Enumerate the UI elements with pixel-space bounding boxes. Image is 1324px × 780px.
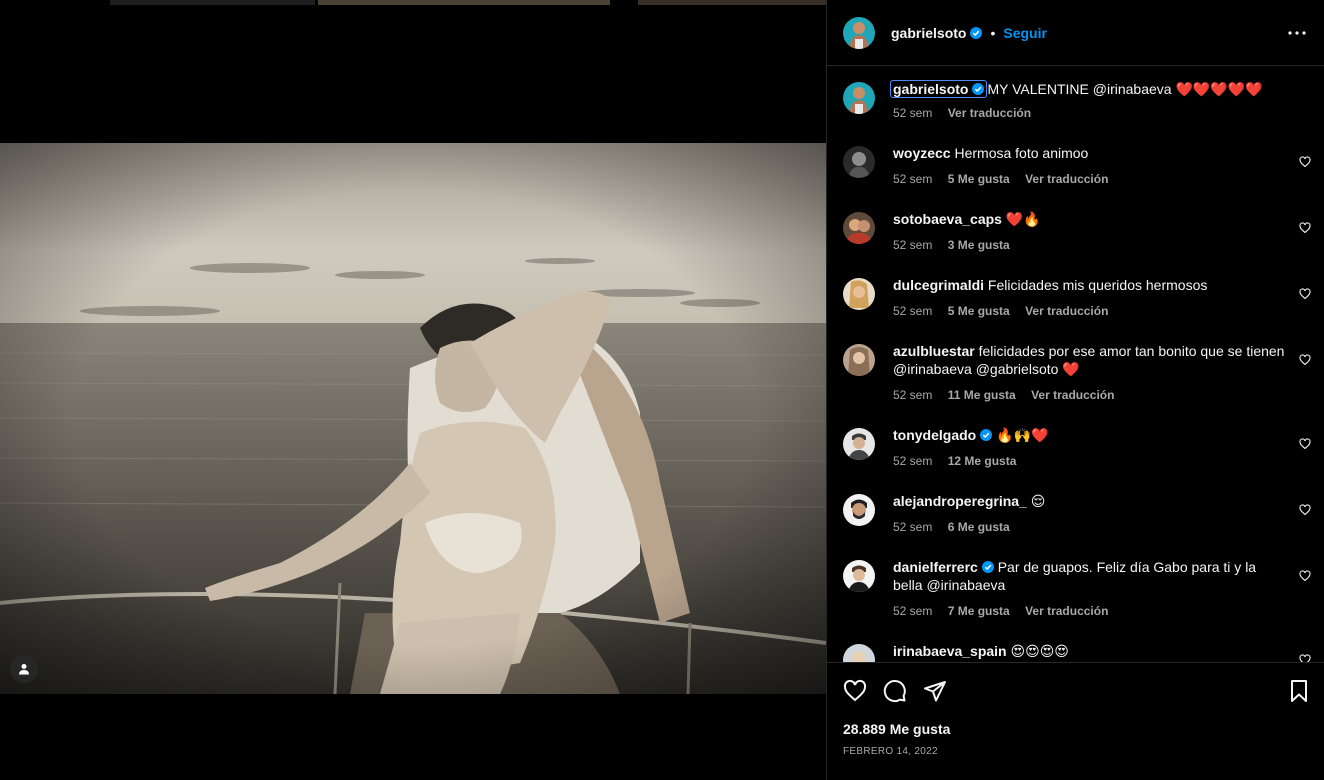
avatar[interactable] (843, 212, 875, 244)
avatar[interactable] (843, 644, 875, 662)
caption-username-text: gabrielsoto (893, 81, 969, 97)
comment-username[interactable]: dulcegrimaldi (893, 277, 984, 293)
verified-badge-icon (972, 83, 985, 95)
person-tag-icon (19, 664, 29, 675)
comment-text: Hermosa foto animoo (954, 145, 1089, 161)
post-date[interactable]: FEBRERO 14, 2022 (843, 746, 938, 757)
post-header: gabrielsoto • Seguir (827, 0, 1324, 66)
media-area (0, 0, 826, 780)
comments-list[interactable]: gabrielsoto MY VALENTINE @irinabaeva ❤️❤️… (827, 66, 1324, 662)
comment-likes[interactable]: 7 Me gusta (948, 604, 1010, 618)
author-username[interactable]: gabrielsoto (891, 25, 966, 41)
thumbnail-strip (0, 0, 826, 5)
comment-likes[interactable]: 6 Me gusta (948, 520, 1010, 534)
comment-text: 😌 (1030, 493, 1046, 509)
comment-time[interactable]: 52 sem (893, 238, 932, 252)
comment-likes[interactable]: 11 Me gusta (948, 388, 1016, 402)
follow-button[interactable]: Seguir (1003, 25, 1047, 41)
translate-link[interactable]: Ver traducción (1025, 604, 1108, 618)
avatar-image (843, 344, 875, 376)
comment-like-heart-icon[interactable] (1299, 570, 1311, 582)
avatar[interactable] (843, 146, 875, 178)
avatar-image (843, 644, 875, 662)
avatar-image (843, 212, 875, 244)
comment-likes[interactable]: 12 Me gusta (948, 454, 1017, 468)
avatar-image (843, 278, 875, 310)
avatar-image (843, 428, 875, 460)
verified-badge-icon (980, 429, 993, 441)
comment-text: Felicidades mis queridos hermosos (987, 277, 1208, 293)
comment-icon[interactable] (883, 679, 907, 703)
heart-icon[interactable] (843, 679, 867, 703)
post-photo[interactable] (0, 143, 826, 694)
avatar-image (843, 82, 875, 114)
avatar[interactable] (843, 278, 875, 310)
avatar[interactable] (843, 494, 875, 526)
comment-likes[interactable]: 3 Me gusta (948, 238, 1010, 252)
caption-time[interactable]: 52 sem (893, 106, 932, 120)
likes-count[interactable]: 28.889 Me gusta (843, 721, 950, 737)
comment-time[interactable]: 52 sem (893, 388, 932, 402)
translate-link[interactable]: Ver traducción (1025, 304, 1108, 318)
verified-badge-icon (970, 26, 983, 39)
comment-time[interactable]: 52 sem (893, 454, 932, 468)
comment-like-heart-icon[interactable] (1299, 222, 1311, 234)
comment-likes[interactable]: 5 Me gusta (948, 304, 1010, 318)
thumbnail[interactable] (318, 0, 610, 5)
avatar[interactable] (843, 82, 875, 114)
more-horizontal-icon[interactable] (1285, 24, 1309, 42)
translate-link[interactable]: Ver traducción (948, 106, 1031, 120)
comment-username[interactable]: irinabaeva_spain (893, 643, 1007, 659)
comment-username[interactable]: alejandroperegrina_ (893, 493, 1027, 509)
comment-time[interactable]: 52 sem (893, 520, 932, 534)
avatar-image (843, 16, 875, 49)
comment-text: ❤️🔥 (1005, 211, 1041, 227)
comment-text: 😍😍😍😍 (1010, 643, 1069, 659)
avatar[interactable] (843, 344, 875, 376)
post-actions-footer: 28.889 Me gusta FEBRERO 14, 2022 (827, 662, 1324, 780)
share-icon[interactable] (923, 679, 947, 703)
comment-text: 🔥🙌❤️ (996, 427, 1049, 443)
separator-dot: • (990, 24, 996, 41)
comment-username[interactable]: danielferrerc (893, 559, 978, 575)
translate-link[interactable]: Ver traducción (1025, 172, 1108, 186)
avatar-image (843, 560, 875, 592)
caption-text: MY VALENTINE @irinabaeva ❤️❤️❤️❤️❤️ (987, 81, 1263, 97)
comment-like-heart-icon[interactable] (1299, 354, 1311, 366)
avatar-image (843, 146, 875, 178)
tagged-users-button[interactable] (10, 655, 38, 683)
thumbnail[interactable] (110, 0, 315, 5)
bookmark-icon[interactable] (1287, 679, 1311, 703)
comment-time[interactable]: 52 sem (893, 604, 932, 618)
comment-like-heart-icon[interactable] (1299, 288, 1311, 300)
comment-likes[interactable]: 5 Me gusta (948, 172, 1010, 186)
comment-username[interactable]: azulbluestar (893, 343, 975, 359)
comment-time[interactable]: 52 sem (893, 304, 932, 318)
post-side-panel: gabrielsoto • Seguir gabrielsoto MY VALE… (826, 0, 1324, 780)
thumbnail[interactable] (638, 0, 826, 5)
avatar-image (843, 494, 875, 526)
comment-like-heart-icon[interactable] (1299, 438, 1311, 450)
comment-like-heart-icon[interactable] (1299, 654, 1311, 662)
comment-username[interactable]: tonydelgado (893, 427, 976, 443)
verified-badge-icon (981, 561, 994, 573)
post-photo-image (0, 143, 826, 694)
avatar[interactable] (843, 16, 875, 49)
avatar[interactable] (843, 560, 875, 592)
comment-like-heart-icon[interactable] (1299, 156, 1311, 168)
avatar[interactable] (843, 428, 875, 460)
comment-username[interactable]: woyzecc (893, 145, 951, 161)
translate-link[interactable]: Ver traducción (1031, 388, 1114, 402)
comment-username[interactable]: sotobaeva_caps (893, 211, 1002, 227)
caption-username[interactable]: gabrielsoto (890, 80, 988, 98)
comment-like-heart-icon[interactable] (1299, 504, 1311, 516)
comment-time[interactable]: 52 sem (893, 172, 932, 186)
